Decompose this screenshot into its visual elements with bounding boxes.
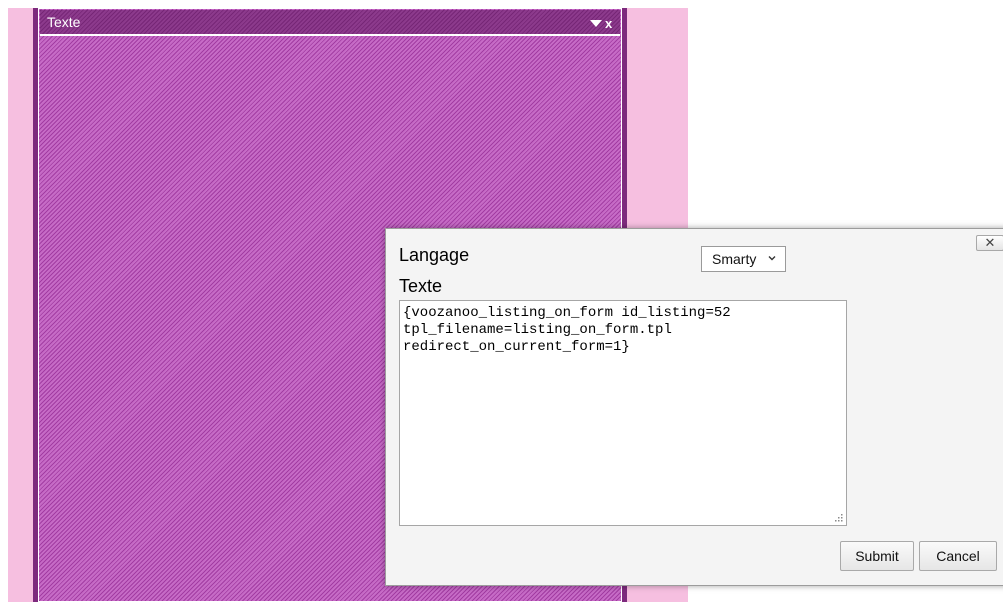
screen: Texte x ✕ Langage Smarty Texte {voozanoo… [0,0,1003,602]
text-label: Texte [399,276,443,296]
text-content-textarea[interactable]: {voozanoo_listing_on_form id_listing=52 … [399,300,847,526]
language-select-value: Smarty [712,251,757,267]
language-select[interactable]: Smarty [701,246,786,272]
text-widget-header[interactable]: Texte x [40,10,620,36]
widget-close-button[interactable]: x [605,16,612,31]
dialog-close-button[interactable]: ✕ [976,235,1003,251]
cancel-button[interactable]: Cancel [919,541,997,571]
resize-grip-icon[interactable] [835,514,844,523]
edit-text-dialog: ✕ Langage Smarty Texte {voozanoo_listing… [385,228,1003,586]
chevron-down-icon [768,256,776,261]
widget-title: Texte [47,14,81,30]
language-label: Langage [399,245,470,265]
submit-button[interactable]: Submit [840,541,914,571]
collapse-triangle-icon[interactable] [590,20,602,27]
